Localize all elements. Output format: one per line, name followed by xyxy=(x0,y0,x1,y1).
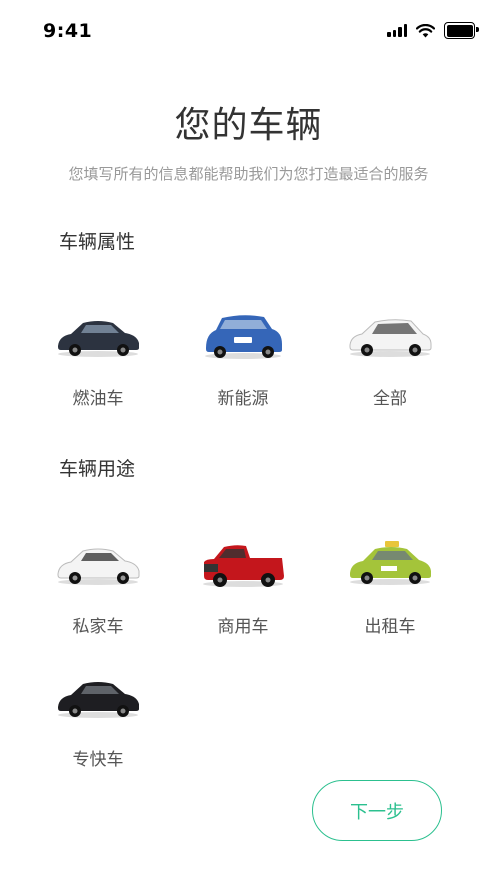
section-title-attributes: 车辆属性 xyxy=(59,231,136,253)
status-bar: 9:41 xyxy=(0,0,497,60)
car-option-taxi[interactable]: 出租车 xyxy=(330,538,450,648)
car-option-private[interactable]: 私家车 xyxy=(38,538,158,648)
suv-icon xyxy=(205,315,282,359)
battery-icon xyxy=(444,22,479,39)
car-option-new-energy[interactable]: 新能源 xyxy=(183,310,303,420)
next-step-button[interactable]: 下一步 xyxy=(312,780,442,841)
wifi-icon xyxy=(416,23,435,37)
car-option-fuel[interactable]: 燃油车 xyxy=(38,310,158,420)
pickup-truck-icon xyxy=(203,545,284,587)
car-label: 私家车 xyxy=(72,617,124,637)
car-label: 出租车 xyxy=(364,617,416,637)
car-label: 专快车 xyxy=(72,750,124,770)
status-icons xyxy=(387,22,479,39)
page-title: 您的车辆 xyxy=(174,105,323,146)
hatchback-icon xyxy=(349,319,432,357)
section-title-usage: 车辆用途 xyxy=(59,458,136,480)
sedan-icon xyxy=(58,682,139,718)
car-option-ride-hailing[interactable]: 专快车 xyxy=(38,671,158,781)
car-option-all[interactable]: 全部 xyxy=(330,310,450,420)
car-label: 新能源 xyxy=(217,389,269,409)
car-label: 燃油车 xyxy=(72,389,124,409)
taxi-icon xyxy=(350,541,431,585)
cellular-signal-icon xyxy=(387,24,407,37)
sedan-icon xyxy=(58,321,139,357)
car-label: 商用车 xyxy=(217,617,269,637)
status-time: 9:41 xyxy=(43,20,93,42)
car-label: 全部 xyxy=(373,389,407,409)
page-subtitle: 您填写所有的信息都能帮助我们为您打造最适合的服务 xyxy=(68,165,429,183)
sedan-icon xyxy=(57,548,140,585)
car-option-commercial[interactable]: 商用车 xyxy=(183,538,303,648)
